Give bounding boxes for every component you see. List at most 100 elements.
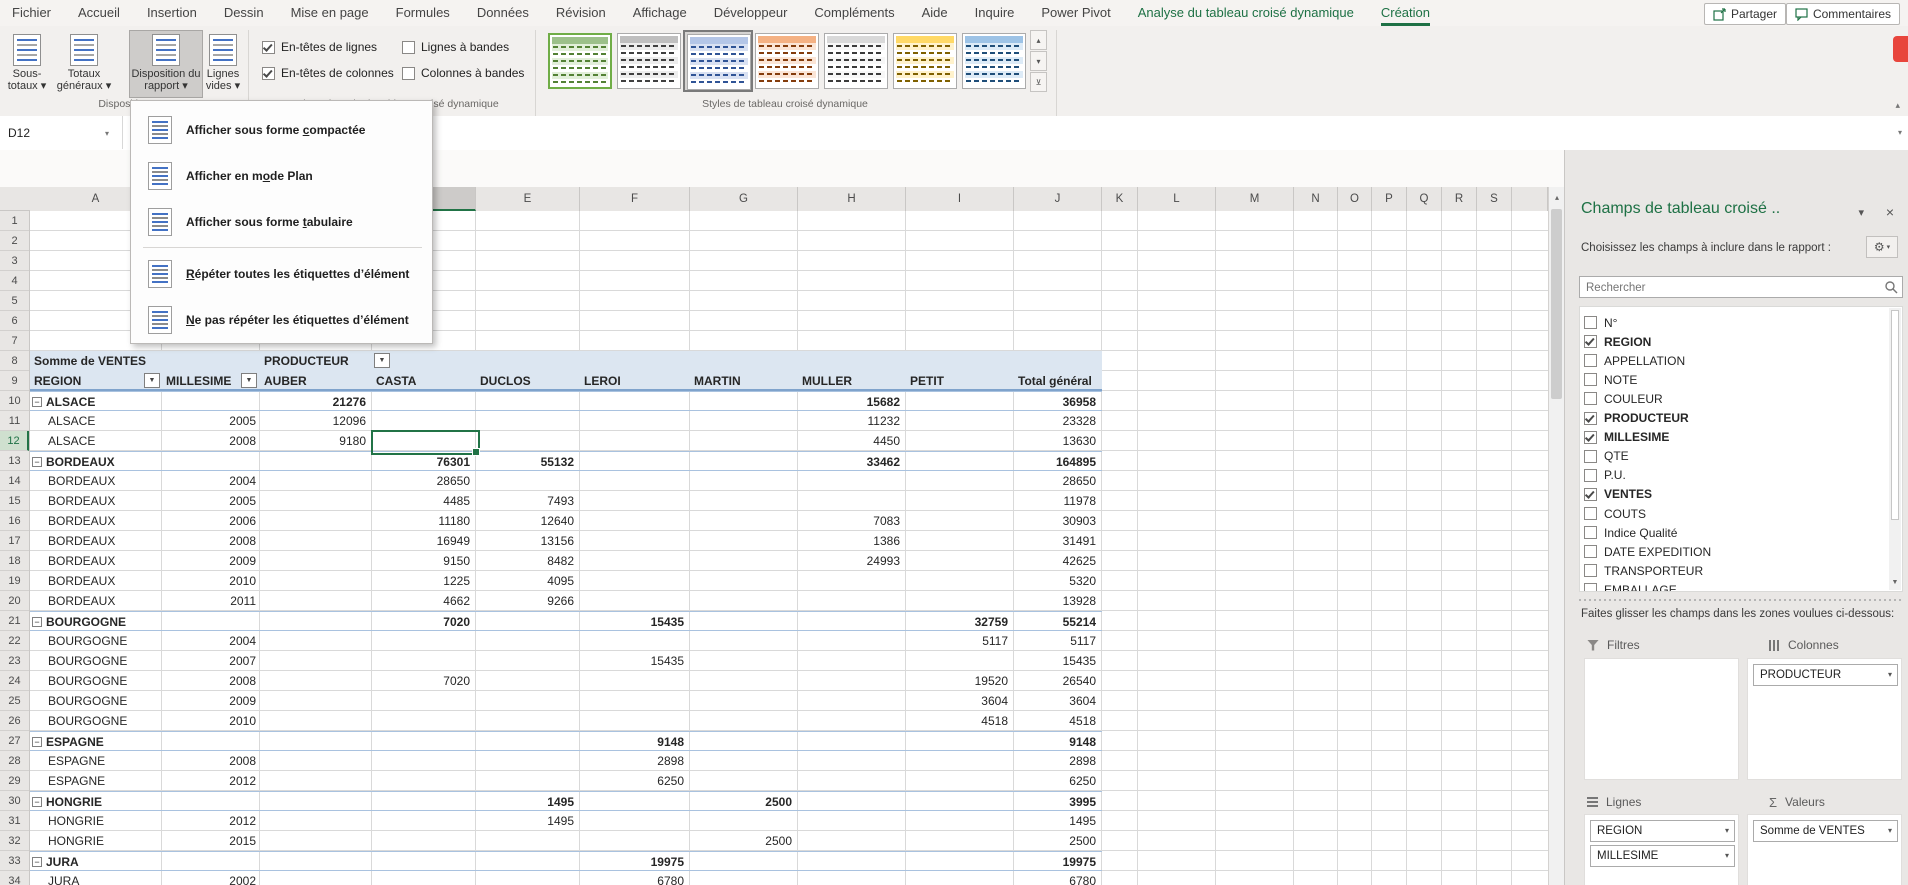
pivot-grand-total-value[interactable]: 26540 <box>1016 671 1096 691</box>
row-header-21[interactable]: 21 <box>0 611 29 631</box>
pivot-value-petit[interactable]: 4518 <box>908 711 1008 731</box>
row-header-13[interactable]: 13 <box>0 451 29 471</box>
field-list-scroll-down-icon[interactable]: ▼ <box>1889 574 1901 590</box>
tab-compl-ments[interactable]: Compléments <box>814 0 894 26</box>
selected-cell-outline[interactable] <box>371 430 480 455</box>
checkbox-box[interactable] <box>402 41 415 54</box>
gallery-scroll-up-icon[interactable]: ▴ <box>1030 30 1047 50</box>
pivot-value-duclos[interactable]: 9266 <box>478 591 574 611</box>
pivot-grand-total-value[interactable]: 5117 <box>1016 631 1096 651</box>
pivot-grand-total-value[interactable]: 3995 <box>1016 792 1096 812</box>
row-header-14[interactable]: 14 <box>0 471 29 491</box>
col-header-L[interactable]: L <box>1138 187 1216 211</box>
field-list-scrollbar[interactable] <box>1889 308 1901 590</box>
row-header-10[interactable]: 10 <box>0 391 29 411</box>
pivot-grand-total-value[interactable]: 6780 <box>1016 871 1096 885</box>
collapse-icon[interactable]: − <box>32 737 42 747</box>
pivot-row-12[interactable]: ALSACE20089180445013630 <box>30 431 1102 451</box>
pivot-value-casta[interactable]: 16949 <box>374 531 470 551</box>
row-header-34[interactable]: 34 <box>0 871 29 885</box>
pivot-value-muller[interactable]: 15682 <box>800 392 900 412</box>
col-header-I[interactable]: I <box>906 187 1014 211</box>
row-header-25[interactable]: 25 <box>0 691 29 711</box>
pivot-row-22[interactable]: BOURGOGNE200451175117 <box>30 631 1102 651</box>
pivot-value-casta[interactable]: 4662 <box>374 591 470 611</box>
col-header-E[interactable]: E <box>476 187 580 211</box>
pivot-row-20[interactable]: BORDEAUX20114662926613928 <box>30 591 1102 611</box>
pivot-grand-total-value[interactable]: 11978 <box>1016 491 1096 511</box>
region-filter-button[interactable]: ▼ <box>144 373 160 388</box>
tab-insertion[interactable]: Insertion <box>147 0 197 26</box>
tab-power-pivot[interactable]: Power Pivot <box>1041 0 1110 26</box>
field-item-couts[interactable]: COUTS <box>1584 504 1646 523</box>
field-item-producteur[interactable]: PRODUCTEUR <box>1584 409 1689 428</box>
pivot-value-duclos[interactable]: 13156 <box>478 531 574 551</box>
pivot-row-24[interactable]: BOURGOGNE200870201952026540 <box>30 671 1102 691</box>
tab-dessin[interactable]: Dessin <box>224 0 264 26</box>
col-header-M[interactable]: M <box>1216 187 1294 211</box>
col-header-J[interactable]: J <box>1014 187 1102 211</box>
collapse-icon[interactable]: − <box>32 397 42 407</box>
pivot-value-duclos[interactable]: 7493 <box>478 491 574 511</box>
pivot-grand-total-value[interactable]: 5320 <box>1016 571 1096 591</box>
col-header-Q[interactable]: Q <box>1407 187 1442 211</box>
name-box[interactable]: D12 ▾ <box>0 116 123 149</box>
pivot-row-23[interactable]: BOURGOGNE20071543515435 <box>30 651 1102 671</box>
filters-drop-zone[interactable] <box>1584 658 1739 780</box>
col-header-R[interactable]: R <box>1442 187 1477 211</box>
pivot-value-muller[interactable]: 4450 <box>800 431 900 451</box>
pivot-grand-total-value[interactable]: 13630 <box>1016 431 1096 451</box>
checkbox-lignes-bandes[interactable]: Lignes à bandes <box>402 40 509 54</box>
field-checkbox[interactable] <box>1584 545 1597 558</box>
row-header-2[interactable]: 2 <box>0 231 29 251</box>
checkbox-box[interactable] <box>402 67 415 80</box>
pivot-col-header-petit[interactable]: PETIT <box>910 371 1010 391</box>
selection-fill-handle[interactable] <box>472 448 480 456</box>
pivot-row-33[interactable]: −JURA1997519975 <box>30 851 1102 871</box>
pivot-value-casta[interactable]: 7020 <box>374 671 470 691</box>
field-checkbox[interactable] <box>1584 488 1597 501</box>
close-icon[interactable]: × <box>1886 204 1894 220</box>
pivot-value-casta[interactable]: 9150 <box>374 551 470 571</box>
name-box-caret-icon[interactable]: ▾ <box>105 129 109 138</box>
menu-item-ne-pas-r-p-ter-les-tiquettes-d-l-ment[interactable]: Ne pas répéter les étiquettes d’élément <box>132 297 431 343</box>
pivot-style-blue[interactable] <box>683 30 753 92</box>
checkbox-box[interactable] <box>262 67 275 80</box>
share-button[interactable]: Partager <box>1704 3 1786 25</box>
scroll-up-icon[interactable]: ▴ <box>1549 187 1565 207</box>
pivot-col-header-leroi[interactable]: LEROI <box>584 371 686 391</box>
ribbon-button-disposition-du-rapport[interactable]: Disposition du rapport ▾ <box>129 30 203 98</box>
pivot-col-header-muller[interactable]: MULLER <box>802 371 902 391</box>
pivot-row-14[interactable]: BORDEAUX20042865028650 <box>30 471 1102 491</box>
collapse-ribbon-icon[interactable]: ▴ <box>1895 100 1900 111</box>
ribbon-button-lignes-vides[interactable]: Lignes vides ▾ <box>202 30 244 98</box>
pivot-value-casta[interactable]: 7020 <box>374 612 470 632</box>
menu-item-afficher-en-mode-plan[interactable]: Afficher en mode Plan <box>132 153 431 199</box>
row-header-5[interactable]: 5 <box>0 291 29 311</box>
tab-r-vision[interactable]: Révision <box>556 0 606 26</box>
pivot-row-30[interactable]: −HONGRIE149525003995 <box>30 791 1102 811</box>
pivot-value-martin[interactable]: 2500 <box>692 792 792 812</box>
pivot-value-petit[interactable]: 32759 <box>908 612 1008 632</box>
sheet-vertical-scrollbar[interactable]: ▴ <box>1548 187 1564 885</box>
row-header-18[interactable]: 18 <box>0 551 29 571</box>
row-header-17[interactable]: 17 <box>0 531 29 551</box>
checkbox-en-t-tes-de-lignes[interactable]: En-têtes de lignes <box>262 40 377 54</box>
row-header-11[interactable]: 11 <box>0 411 29 431</box>
field-item-indice-qualit-[interactable]: Indice Qualité <box>1584 523 1677 542</box>
tab-fichier[interactable]: Fichier <box>12 0 51 26</box>
pivot-row-28[interactable]: ESPAGNE200828982898 <box>30 751 1102 771</box>
field-item-qte[interactable]: QTE <box>1584 447 1629 466</box>
tab-cr-ation[interactable]: Création <box>1381 0 1430 26</box>
pivot-row-21[interactable]: −BOURGOGNE7020154353275955214 <box>30 611 1102 631</box>
tab-formules[interactable]: Formules <box>396 0 450 26</box>
field-checkbox[interactable] <box>1584 354 1597 367</box>
search-input[interactable] <box>1584 278 1883 298</box>
field-item-appellation[interactable]: APPELLATION <box>1584 351 1685 370</box>
field-search-box[interactable] <box>1579 276 1903 298</box>
row-header-26[interactable]: 26 <box>0 711 29 731</box>
field-item-p-u-[interactable]: P.U. <box>1584 466 1626 485</box>
row-header-15[interactable]: 15 <box>0 491 29 511</box>
gallery-scroll-down-icon[interactable]: ▾ <box>1030 51 1047 71</box>
field-item-ventes[interactable]: VENTES <box>1584 485 1652 504</box>
